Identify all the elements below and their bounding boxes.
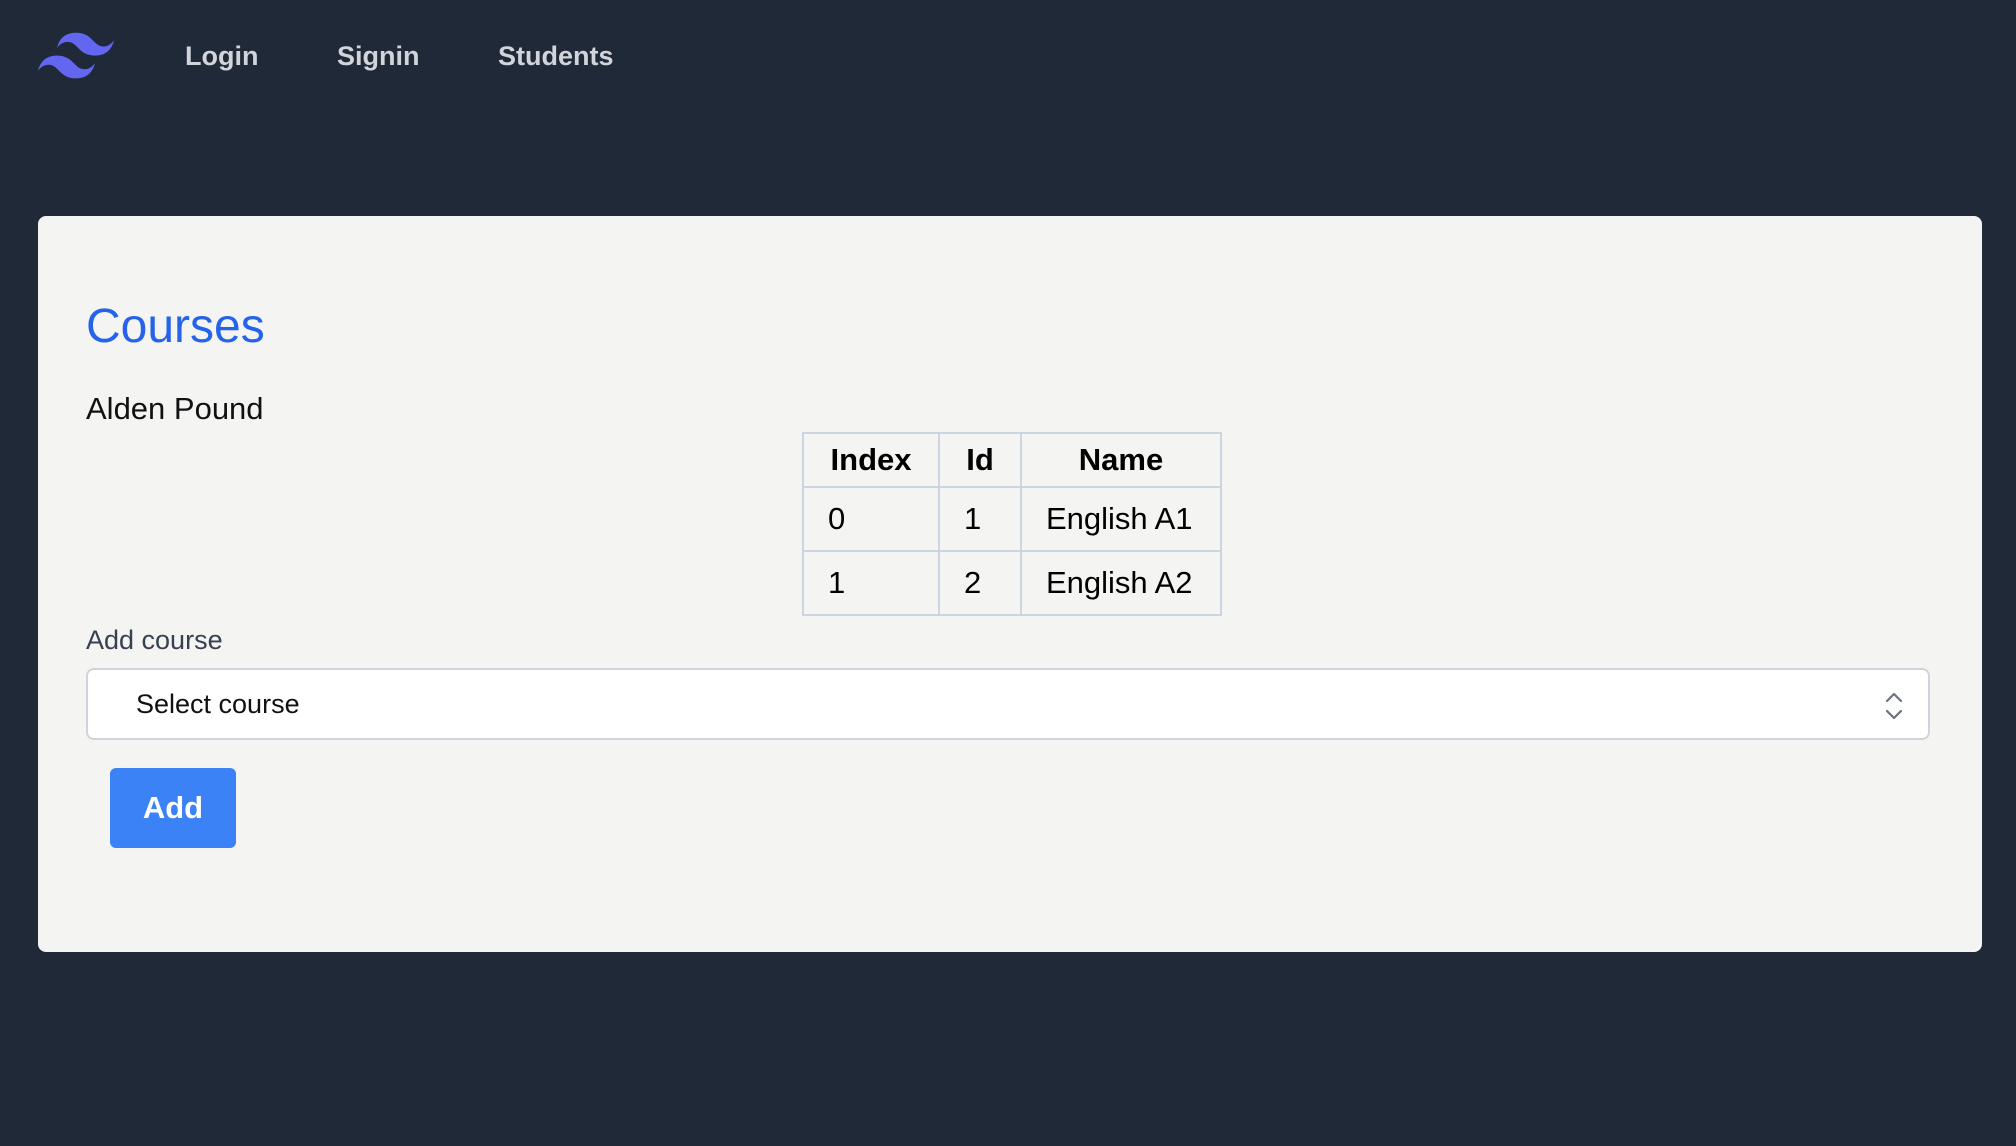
courses-card: Courses Alden Pound Index Id Name 0 1 En… <box>38 216 1982 952</box>
table-row: 1 2 English A2 <box>802 550 1222 616</box>
column-header-name: Name <box>1020 432 1222 488</box>
top-navbar: Login Signin Students <box>0 0 2016 112</box>
cell-index: 0 <box>802 486 940 552</box>
cell-name: English A1 <box>1020 486 1222 552</box>
nav-link-login[interactable]: Login <box>185 38 258 74</box>
column-header-id: Id <box>938 432 1022 488</box>
page-title: Courses <box>86 300 265 353</box>
cell-index: 1 <box>802 550 940 616</box>
nav-link-students[interactable]: Students <box>498 38 614 74</box>
table-header-row: Index Id Name <box>802 432 1222 488</box>
add-course-label: Add course <box>86 625 223 655</box>
cell-id: 2 <box>938 550 1022 616</box>
course-select-value: Select course <box>136 689 300 719</box>
courses-table: Index Id Name 0 1 English A1 1 2 English… <box>802 432 1222 616</box>
chevron-up-down-icon <box>1885 692 1903 720</box>
course-select[interactable]: Select course <box>86 668 1930 740</box>
student-name: Alden Pound <box>86 391 264 426</box>
nav-link-signin[interactable]: Signin <box>337 38 420 74</box>
add-course-button[interactable]: Add <box>110 768 236 848</box>
column-header-index: Index <box>802 432 940 488</box>
cell-name: English A2 <box>1020 550 1222 616</box>
table-row: 0 1 English A1 <box>802 486 1222 552</box>
tailwind-logo-icon[interactable] <box>38 32 114 80</box>
cell-id: 1 <box>938 486 1022 552</box>
